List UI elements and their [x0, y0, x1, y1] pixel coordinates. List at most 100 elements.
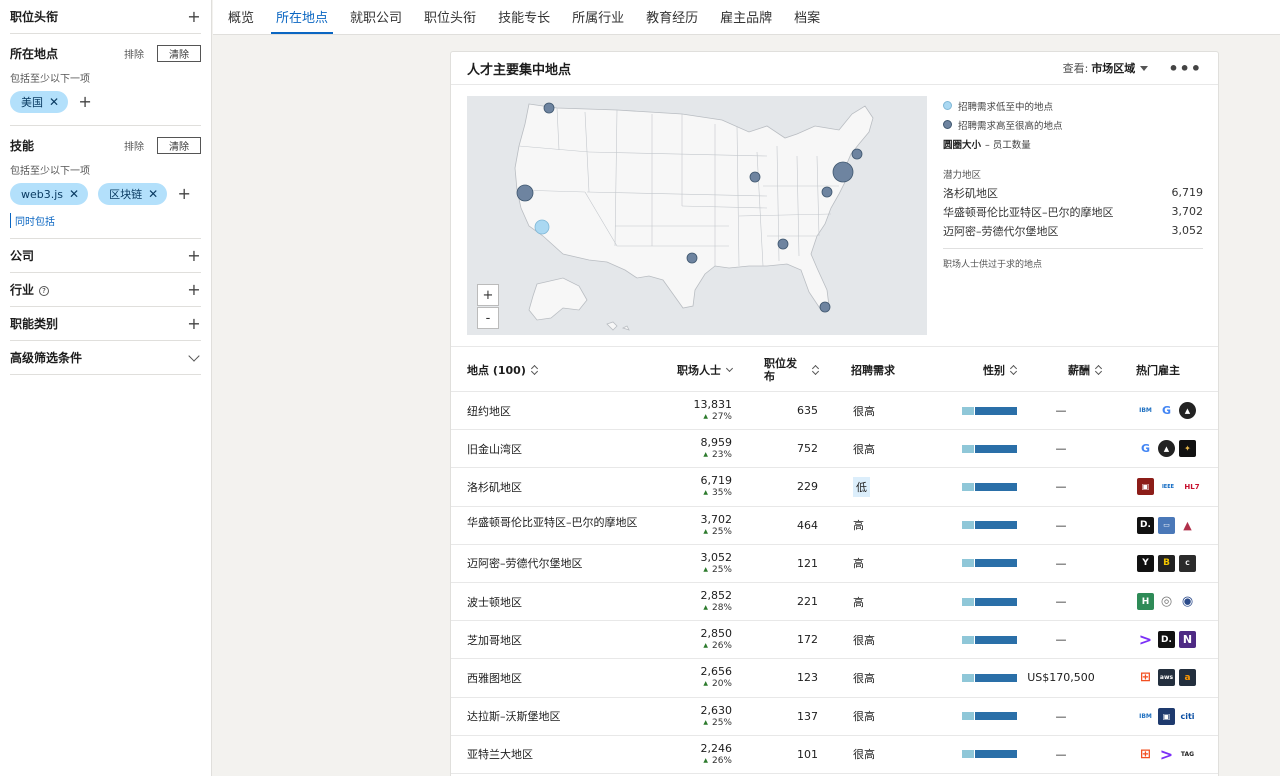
- n-logo-icon[interactable]: N: [1179, 631, 1196, 649]
- gender-bar[interactable]: [962, 444, 1017, 453]
- add-icon[interactable]: +: [177, 186, 191, 202]
- citi-logo-icon[interactable]: citi: [1179, 708, 1196, 725]
- gender-bar[interactable]: [962, 559, 1017, 568]
- ieee-logo-icon[interactable]: IEEE: [1158, 478, 1178, 495]
- remove-icon[interactable]: ✕: [69, 187, 79, 201]
- tab-titles[interactable]: 职位头衔: [419, 0, 481, 34]
- sort-icon[interactable]: [813, 365, 819, 375]
- d-logo-icon[interactable]: D.: [1137, 516, 1154, 534]
- gender-bar[interactable]: [962, 673, 1017, 682]
- gender-bar[interactable]: [962, 482, 1017, 491]
- round-seal-logo-icon[interactable]: ◉: [1179, 593, 1196, 610]
- remove-icon[interactable]: ✕: [148, 187, 158, 201]
- gender-bar[interactable]: [962, 750, 1017, 759]
- header-jobs-sort[interactable]: [807, 347, 819, 393]
- skills-exclude-button[interactable]: 排除: [124, 138, 144, 153]
- filter-job-title[interactable]: 职位头衔 +: [10, 0, 201, 34]
- zoom-out-button[interactable]: -: [477, 307, 499, 329]
- microsoft-logo-icon[interactable]: ⊞: [1137, 669, 1154, 686]
- chevron-down-icon[interactable]: [188, 349, 200, 362]
- skills-clear-button[interactable]: 清除: [157, 136, 201, 154]
- tab-education[interactable]: 教育经历: [641, 0, 703, 34]
- sort-icon[interactable]: [1011, 365, 1017, 375]
- ibm-logo-icon[interactable]: IBM: [1137, 402, 1154, 419]
- zoom-in-button[interactable]: +: [477, 284, 499, 306]
- header-salary[interactable]: 薪酬: [1068, 347, 1102, 393]
- crest-logo-icon[interactable]: ▣: [1137, 478, 1154, 496]
- map-bubble-new-york[interactable]: [832, 161, 854, 183]
- header-professionals[interactable]: 职场人士: [677, 347, 734, 393]
- map-bubble-san-francisco[interactable]: [516, 184, 534, 202]
- google-logo-icon[interactable]: G: [1137, 440, 1154, 457]
- map-bubble-miami[interactable]: [819, 301, 831, 313]
- header-gender[interactable]: 性别: [983, 347, 1017, 393]
- potential-row[interactable]: 华盛顿哥伦比亚特区–巴尔的摩地区 3,702: [943, 202, 1203, 221]
- add-icon[interactable]: +: [187, 247, 201, 263]
- table-row[interactable]: 华盛顿哥伦比亚特区–巴尔的摩地区 3,70225% 464 高 — D. ▭ ▲: [451, 507, 1218, 545]
- c-logo-icon[interactable]: C: [1179, 554, 1196, 572]
- gender-bar[interactable]: [962, 597, 1017, 606]
- help-icon[interactable]: ?: [39, 286, 50, 296]
- tab-companies[interactable]: 就职公司: [345, 0, 407, 34]
- row-location[interactable]: 西雅图地区: [467, 659, 522, 696]
- map-bubble-los-angeles[interactable]: [534, 219, 550, 235]
- map-bubble-chicago[interactable]: [749, 171, 761, 183]
- hl7-logo-icon[interactable]: HL7: [1182, 478, 1202, 495]
- map-bubble-washington[interactable]: [821, 186, 833, 198]
- dark-round-logo-icon[interactable]: ▲: [1158, 440, 1175, 458]
- map-bubble-seattle[interactable]: [543, 102, 555, 114]
- map-bubble-dallas[interactable]: [686, 252, 698, 264]
- map-bubble-atlanta[interactable]: [777, 238, 789, 250]
- row-location[interactable]: 芝加哥地区: [467, 621, 522, 658]
- add-icon[interactable]: +: [187, 281, 201, 297]
- header-jobs[interactable]: 职位发布: [764, 347, 802, 393]
- add-icon[interactable]: +: [78, 94, 92, 110]
- blue-logo-icon[interactable]: ▭: [1158, 516, 1175, 534]
- add-icon[interactable]: +: [187, 315, 201, 331]
- filter-company[interactable]: 公司 +: [10, 239, 201, 273]
- add-icon[interactable]: +: [187, 8, 201, 24]
- also-include-link[interactable]: 同时包括: [10, 213, 201, 228]
- more-options-icon[interactable]: •••: [1168, 59, 1202, 78]
- table-row[interactable]: 迈阿密–劳德代尔堡地区 3,05225% 121 高 — Y B C: [451, 545, 1218, 583]
- row-location[interactable]: 迈阿密–劳德代尔堡地区: [467, 545, 583, 582]
- skill-chip[interactable]: 区块链 ✕: [98, 183, 168, 205]
- y-logo-icon[interactable]: Y: [1137, 554, 1154, 572]
- sort-down-icon[interactable]: [725, 364, 734, 373]
- location-exclude-button[interactable]: 排除: [124, 46, 144, 61]
- d-logo-icon[interactable]: D.: [1158, 631, 1175, 649]
- header-demand[interactable]: 招聘需求: [851, 347, 895, 393]
- location-chip[interactable]: 美国 ✕: [10, 91, 69, 113]
- row-location[interactable]: 波士顿地区: [467, 583, 522, 620]
- google-logo-icon[interactable]: G: [1158, 402, 1175, 419]
- navy-logo-icon[interactable]: ▣: [1158, 707, 1175, 725]
- caret-down-icon[interactable]: [1140, 65, 1149, 71]
- table-row[interactable]: 波士顿地区 2,85228% 221 高 — H ◎ ◉: [451, 583, 1218, 622]
- triangle-logo-icon[interactable]: ▲: [1179, 517, 1196, 534]
- tab-locations[interactable]: 所在地点: [271, 0, 334, 34]
- tab-employer-brand[interactable]: 雇主品牌: [715, 0, 777, 34]
- chevron-logo-icon[interactable]: >: [1158, 746, 1175, 763]
- seal-logo-icon[interactable]: ◎: [1158, 593, 1175, 610]
- tab-profiles[interactable]: 档案: [789, 0, 825, 34]
- potential-row[interactable]: 迈阿密–劳德代尔堡地区 3,052: [943, 221, 1203, 240]
- tab-industries[interactable]: 所属行业: [567, 0, 629, 34]
- potential-row[interactable]: 洛杉矶地区 6,719: [943, 183, 1203, 202]
- table-row[interactable]: 旧金山湾区 8,95923% 752 很高 — G ▲ ✦: [451, 430, 1218, 469]
- filter-industry[interactable]: 行业? +: [10, 273, 201, 307]
- table-row[interactable]: 亚特兰大地区 2,24626% 101 很高 — ⊞ > TAG: [451, 736, 1218, 774]
- b-logo-icon[interactable]: B: [1158, 554, 1175, 572]
- gender-bar[interactable]: [962, 521, 1017, 530]
- table-row[interactable]: 纽约地区 13,83127% 635 很高 — IBM G ▲: [451, 392, 1218, 431]
- sort-icon[interactable]: [532, 365, 538, 375]
- tab-overview[interactable]: 概览: [223, 0, 259, 34]
- row-location[interactable]: 亚特兰大地区: [467, 736, 533, 773]
- black-square-logo-icon[interactable]: ✦: [1179, 440, 1196, 458]
- header-location[interactable]: 地点 (100): [467, 347, 538, 393]
- chevron-logo-icon[interactable]: >: [1137, 631, 1154, 648]
- gender-bar[interactable]: [962, 406, 1017, 415]
- location-clear-button[interactable]: 清除: [157, 44, 201, 62]
- filter-advanced[interactable]: 高级筛选条件: [10, 341, 201, 375]
- map-bubble-boston[interactable]: [851, 148, 863, 160]
- us-map[interactable]: + -: [467, 96, 927, 335]
